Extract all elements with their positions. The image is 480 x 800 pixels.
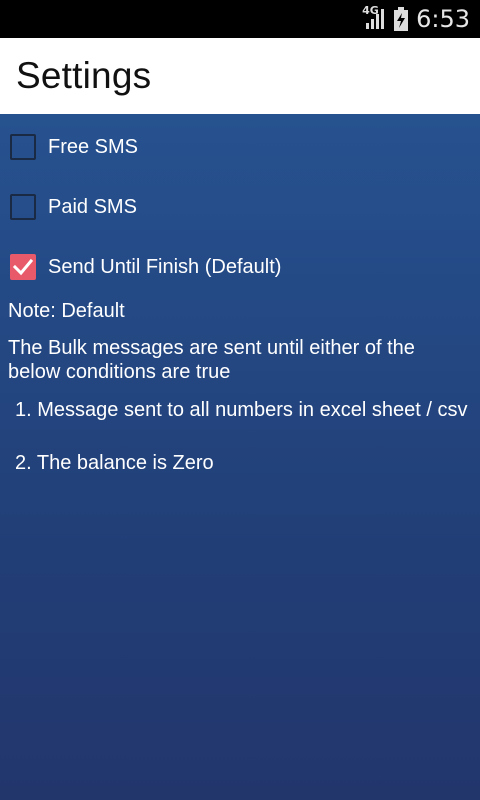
network-indicator: 4G — [362, 4, 388, 31]
paid-sms-checkbox[interactable] — [10, 194, 36, 220]
option-paid-sms[interactable]: Paid SMS — [0, 181, 480, 233]
note-title: Note: Default — [8, 300, 125, 322]
paid-sms-label: Paid SMS — [48, 195, 137, 218]
free-sms-label: Free SMS — [48, 135, 139, 158]
battery-charging-icon — [394, 7, 409, 31]
clock: 6:53 — [416, 5, 470, 33]
send-until-finish-label: Send Until Finish (Default) — [48, 255, 282, 278]
signal-icon — [366, 9, 385, 29]
free-sms-checkbox[interactable] — [10, 134, 36, 160]
option-free-sms[interactable]: Free SMS — [0, 121, 480, 173]
action-bar: Settings — [0, 38, 480, 114]
option-send-until-finish[interactable]: Send Until Finish (Default) — [0, 241, 480, 293]
page-title: Settings — [16, 55, 152, 96]
send-until-finish-checkbox[interactable] — [10, 254, 36, 280]
condition-item: 2. The balance is Zero — [15, 452, 214, 474]
status-bar: 4G 6:53 — [0, 0, 480, 38]
condition-item: 1. Message sent to all numbers in excel … — [15, 399, 468, 421]
settings-content: Free SMS Paid SMS Send Until Finish (Def… — [0, 114, 480, 800]
note-description: The Bulk messages are sent until either … — [8, 337, 415, 383]
checkmark-icon — [13, 258, 33, 276]
